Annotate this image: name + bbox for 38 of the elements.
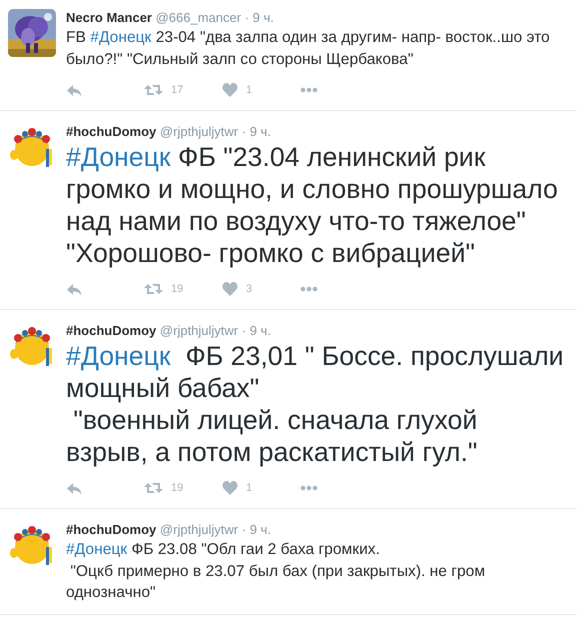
hashtag-link[interactable]: #Донецк — [66, 541, 128, 558]
retweet-button[interactable]: 17 — [144, 82, 222, 98]
heart-icon — [222, 82, 238, 98]
reply-icon — [66, 281, 83, 297]
user-handle[interactable]: @rjpthjuljytwr — [160, 323, 238, 338]
hashtag-link[interactable]: #Донецк — [90, 29, 152, 46]
user-handle[interactable]: @666_mancer — [156, 10, 242, 25]
like-button[interactable]: 1 — [222, 82, 300, 98]
user-handle[interactable]: @rjpthjuljytwr — [160, 124, 238, 139]
user-name[interactable]: #hochuDomoy — [66, 124, 156, 139]
user-handle[interactable]: @rjpthjuljytwr — [160, 522, 238, 537]
retweet-button[interactable]: 19 — [144, 280, 222, 298]
like-button[interactable]: 3 — [222, 280, 300, 298]
retweet-icon — [144, 281, 163, 297]
heart-icon — [222, 480, 238, 496]
user-name[interactable]: Necro Mancer — [66, 10, 152, 25]
hashtag-link[interactable]: #Донецк — [66, 142, 171, 172]
timestamp[interactable]: · 9 ч. — [242, 124, 271, 139]
retweet-icon — [144, 82, 163, 98]
tweet-text: #Донецк ФБ 23.08 "Обл гаи 2 баха громких. "Оцкб примерно в 23.07 был бах (при закрытых). не гром однозначно" — [66, 540, 486, 603]
more-icon — [300, 86, 318, 94]
timestamp[interactable]: · 9 ч. — [242, 522, 271, 537]
user-name[interactable]: #hochuDomoy — [66, 522, 156, 537]
retweet-button[interactable]: 19 — [144, 480, 222, 496]
tweet-text: #Донецк ФБ 23,01 " Боссе. прослушали мощный бабах" "военный лицей. сначала глухой взрыв, а потом раскатистый гул." — [66, 340, 565, 468]
retweet-icon — [144, 480, 163, 496]
more-icon — [300, 484, 318, 492]
timestamp[interactable]: · 9 ч. — [242, 323, 271, 338]
hashtag-link[interactable]: #Донецк — [66, 341, 171, 371]
more-icon — [300, 285, 318, 293]
timestamp[interactable]: · 9 ч. — [244, 10, 274, 25]
reply-icon — [66, 480, 83, 496]
like-button[interactable]: 1 — [222, 480, 300, 496]
reply-icon — [66, 82, 83, 98]
user-name[interactable]: #hochuDomoy — [66, 323, 156, 338]
tweet-text: FB #Донецк 23-04 "два залпа один за другим- напр- восток..шо это было?!" "Сильный залп со стороны Щербакова" — [66, 28, 551, 70]
tweet-text: #Донецк ФБ "23.04 ленинский рик громко и мощно, и словно прошуршало над нами по воздуху что-то тяжелое" "Хорошово- громко с вибрацией" — [66, 141, 559, 269]
heart-icon — [222, 281, 238, 297]
